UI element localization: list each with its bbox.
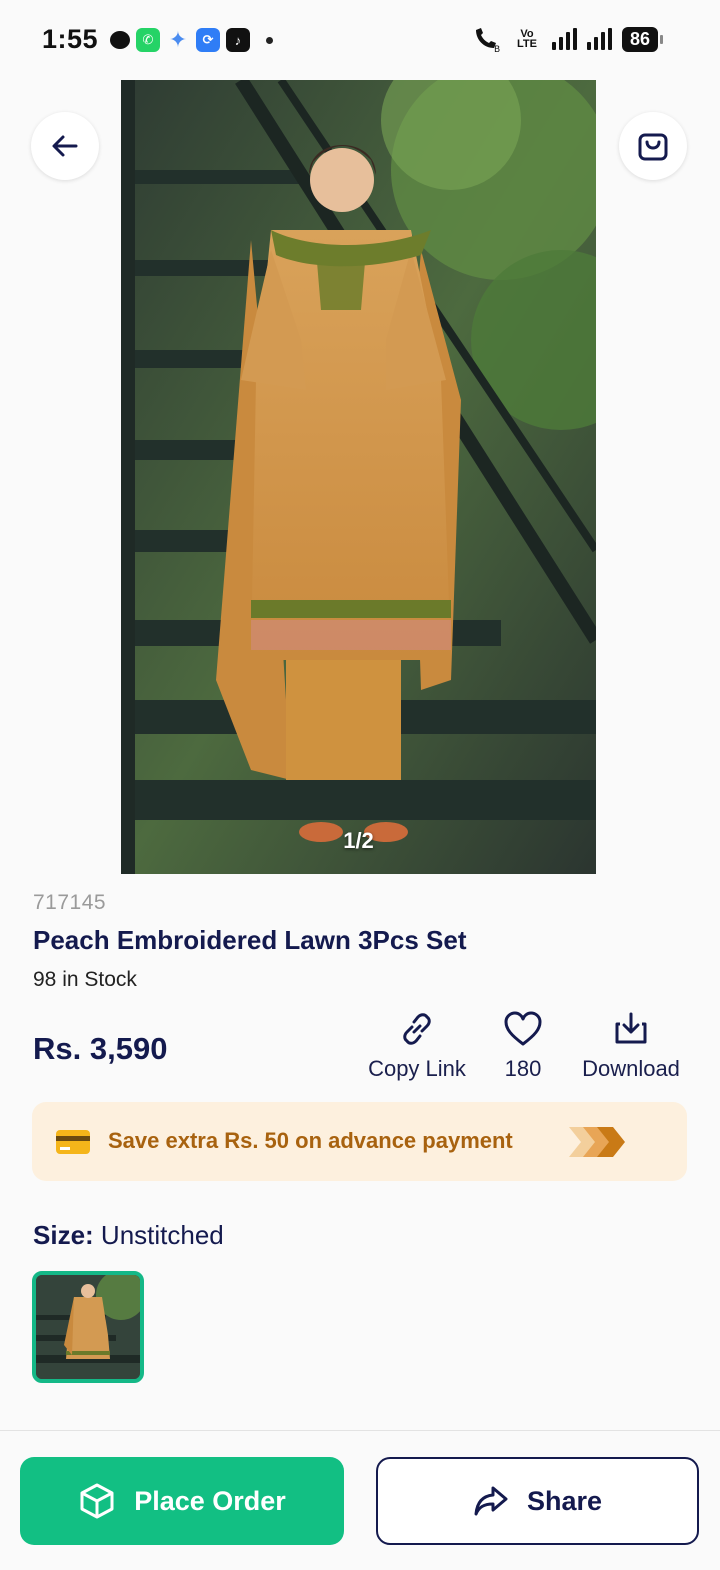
tiktok-icon: ♪ (226, 28, 250, 52)
shopping-bag-icon (638, 133, 668, 161)
size-label: Size: Unstitched (33, 1220, 224, 1251)
arrow-left-icon (52, 135, 78, 157)
share-label: Share (526, 1485, 603, 1516)
copy-link-label: Copy Link (368, 1056, 466, 1081)
status-time: 1:55 (42, 24, 99, 54)
copy-link-button[interactable]: Copy Link (362, 1010, 472, 1082)
product-image-carousel[interactable]: 1/2 (121, 80, 596, 874)
stock-count: 98 in Stock (33, 968, 137, 991)
image-counter: 1/2 (343, 828, 374, 853)
link-icon (403, 1013, 431, 1045)
svg-text:B: B (494, 45, 500, 52)
product-price: Rs. 3,590 (33, 1031, 168, 1066)
chat-bubble-icon (110, 31, 130, 49)
size-label-key: Size: (33, 1220, 94, 1250)
status-bar: 1:55 ✆ ✦ ⟳ ♪ B Vo LTE 86 (0, 0, 720, 80)
credit-card-icon (56, 1130, 90, 1154)
whatsapp-icon: ✆ (136, 28, 160, 52)
signal-strength-2-icon (586, 28, 612, 50)
size-value: Unstitched (100, 1220, 224, 1250)
download-icon (615, 1012, 647, 1044)
wifi-call-icon: B (475, 28, 500, 52)
product-photo (121, 80, 596, 874)
bottom-action-bar: Place Order Share (0, 1430, 720, 1570)
more-notifications-dot (266, 36, 273, 44)
share-arrow-icon (474, 1486, 508, 1516)
chevrons-right-icon (569, 1127, 625, 1157)
signal-strength-1-icon (551, 28, 577, 50)
download-label: Download (582, 1056, 680, 1081)
product-title: Peach Embroidered Lawn 3Pcs Set (33, 925, 467, 955)
back-button[interactable] (31, 112, 99, 180)
share-button[interactable]: Share (376, 1457, 699, 1545)
advance-payment-promo-banner[interactable]: Save extra Rs. 50 on advance payment (32, 1102, 687, 1181)
size-option-thumbnail (36, 1275, 140, 1379)
place-order-button[interactable]: Place Order (20, 1457, 344, 1545)
like-count: 180 (504, 1056, 542, 1081)
box-icon (80, 1483, 114, 1519)
sparkle-icon: ✦ (168, 27, 188, 52)
product-sku: 717145 (33, 891, 107, 914)
cart-button[interactable] (619, 112, 687, 180)
promo-text: Save extra Rs. 50 on advance payment (108, 1128, 513, 1153)
status-notification-icons: ✆ ✦ ⟳ ♪ (110, 27, 273, 52)
heart-icon (504, 1011, 542, 1046)
sync-app-icon: ⟳ (196, 28, 220, 52)
download-button[interactable]: Download (572, 1010, 690, 1082)
like-button[interactable]: 180 (488, 1010, 558, 1082)
battery-indicator: 86 (621, 26, 664, 52)
status-system-icons: B Vo LTE 86 (472, 26, 664, 52)
size-option-unstitched[interactable] (32, 1271, 144, 1383)
volte-indicator: Vo LTE (516, 28, 537, 50)
place-order-label: Place Order (134, 1485, 286, 1516)
